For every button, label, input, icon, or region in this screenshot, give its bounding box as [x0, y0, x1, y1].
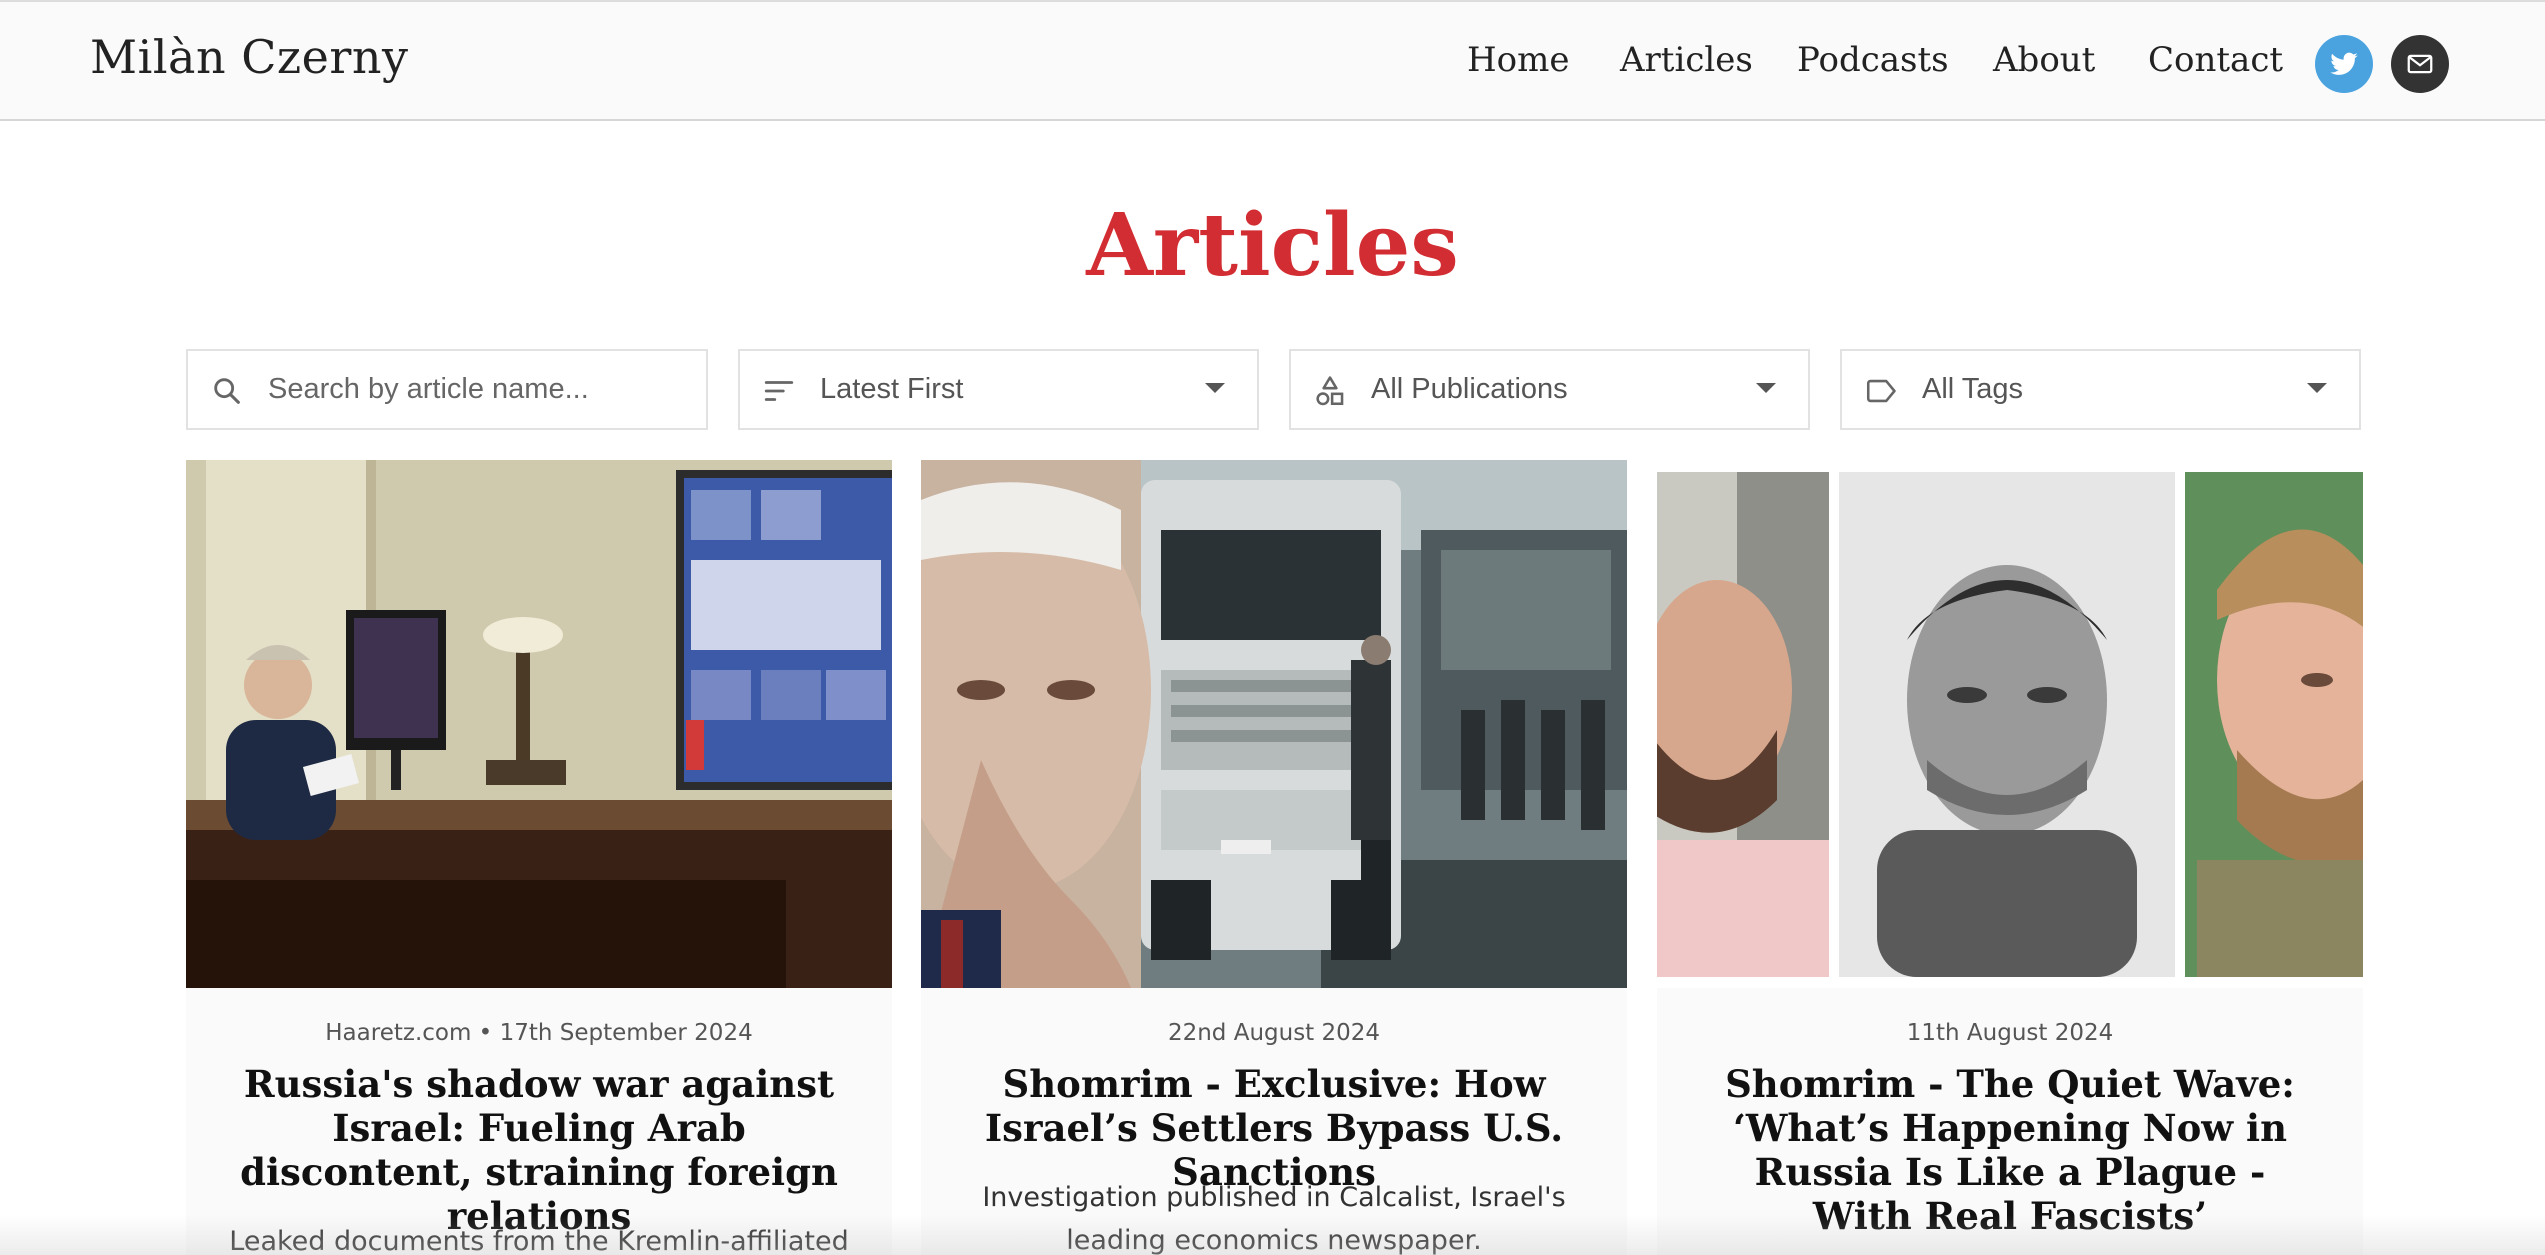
sort-select-value: Latest First	[820, 373, 964, 405]
article-excerpt: Leaked documents from the Kremlin-affili…	[229, 1226, 849, 1255]
article-image[interactable]	[1657, 460, 2363, 988]
article-title[interactable]: Russia's shadow war against Israel: Fuel…	[236, 1062, 842, 1238]
shapes-icon	[1316, 376, 1344, 406]
chevron-down-icon	[1756, 383, 1776, 393]
tags-select[interactable]: All Tags	[1840, 349, 2361, 430]
chevron-down-icon	[1205, 383, 1225, 393]
twitter-icon	[2330, 52, 2358, 75]
mail-button[interactable]	[2391, 35, 2449, 93]
site-header: Milàn Czerny Home Articles Podcasts Abou…	[0, 0, 2545, 121]
article-card[interactable]: 11th August 2024 Shomrim - The Quiet Wav…	[1657, 460, 2363, 1255]
tags-select-value: All Tags	[1922, 373, 2024, 405]
main-nav: Home Articles Podcasts About Contact	[0, 2, 2545, 123]
article-card[interactable]: Haaretz.com • 17th September 2024 Russia…	[186, 460, 892, 1255]
nav-podcasts[interactable]: Podcasts	[1797, 40, 1949, 80]
mail-icon	[2407, 54, 2433, 74]
sort-select[interactable]: Latest First	[738, 349, 1259, 430]
article-meta: 22nd August 2024	[1167, 1020, 1381, 1046]
tag-icon	[1866, 379, 1896, 403]
search-box[interactable]	[186, 349, 708, 430]
search-icon	[214, 378, 240, 404]
publication-select-value: All Publications	[1371, 373, 1568, 405]
article-image[interactable]	[921, 460, 1627, 988]
article-excerpt: Investigation published in Calcalist, Is…	[982, 1182, 1566, 1255]
chevron-down-icon	[2307, 383, 2327, 393]
article-title[interactable]: Shomrim - The Quiet Wave: ‘What’s Happen…	[1707, 1062, 2313, 1238]
article-card[interactable]: 22nd August 2024 Shomrim - Exclusive: Ho…	[921, 460, 1627, 1255]
nav-contact[interactable]: Contact	[2148, 40, 2283, 80]
search-input[interactable]	[268, 371, 668, 407]
article-meta: 11th August 2024	[1906, 1020, 2114, 1046]
nav-about[interactable]: About	[1993, 40, 2095, 80]
publication-select[interactable]: All Publications	[1289, 349, 1810, 430]
article-image[interactable]	[186, 460, 892, 988]
sort-icon	[764, 381, 794, 401]
article-title[interactable]: Shomrim - Exclusive: How Israel’s Settle…	[971, 1062, 1577, 1194]
article-meta: Haaretz.com • 17th September 2024	[325, 1020, 753, 1046]
nav-articles[interactable]: Articles	[1620, 40, 1753, 80]
page-title: Articles	[1086, 195, 1459, 296]
twitter-button[interactable]	[2315, 35, 2373, 93]
nav-home[interactable]: Home	[1467, 40, 1569, 80]
